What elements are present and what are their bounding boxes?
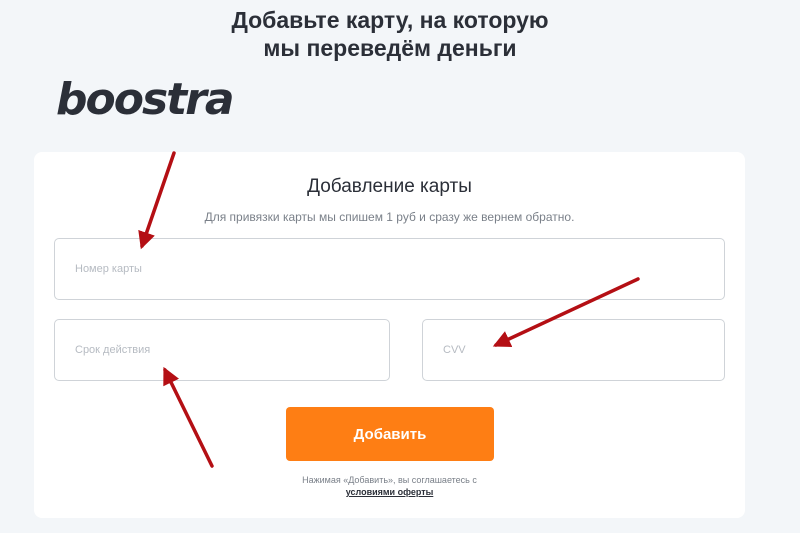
card-number-input[interactable] [54,238,725,300]
card-expiry-input[interactable] [54,319,390,381]
form-subtitle: Для привязки карты мы спишем 1 руб и сра… [204,210,575,224]
headline-line-1: Добавьте карту, на которую [231,7,549,33]
add-card-button[interactable]: Добавить [286,407,494,461]
offer-terms-link[interactable]: условиями оферты [34,487,745,497]
page-headline: Добавьте карту, на которую мы переведём … [0,6,780,62]
form-title: Добавление карты [307,176,472,197]
agreement-text: Нажимая «Добавить», вы соглашаетесь с [302,475,477,485]
card-cvv-input[interactable] [422,319,725,381]
add-card-form: Добавление карты Для привязки карты мы с… [34,152,745,518]
headline-line-2: мы переведём деньги [263,35,517,61]
brand-logo: boostra [56,74,235,125]
page: Добавьте карту, на которую мы переведём … [0,0,800,533]
